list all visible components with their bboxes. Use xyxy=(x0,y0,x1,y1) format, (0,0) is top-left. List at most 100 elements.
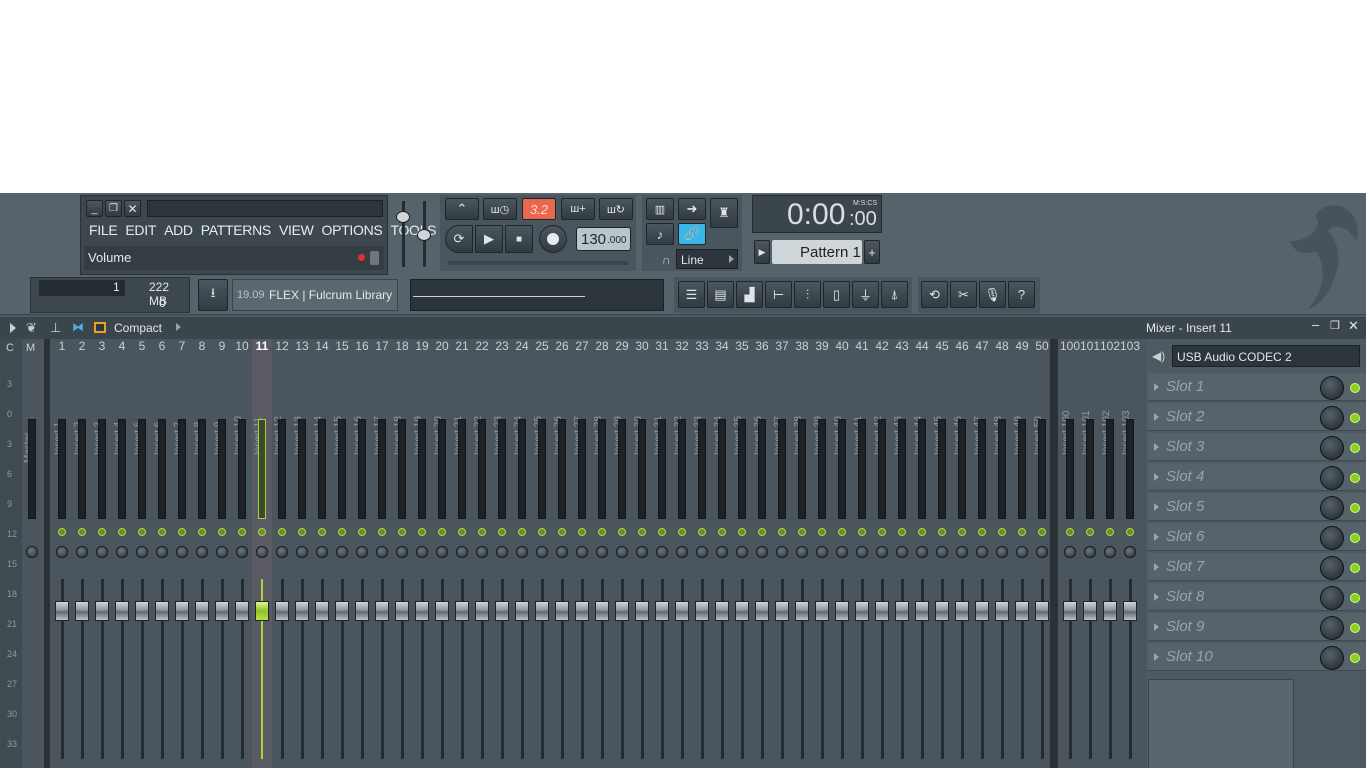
insert-pan-knob[interactable] xyxy=(216,546,228,558)
insert-strip[interactable]: 32Insert 32 xyxy=(672,339,692,768)
insert-pan-knob[interactable] xyxy=(456,546,468,558)
insert-strip[interactable]: 44Insert 44 xyxy=(912,339,932,768)
touch-controller-icon[interactable]: ⍋ xyxy=(881,281,908,308)
effect-slot[interactable]: Slot 2 xyxy=(1148,403,1366,431)
insert-pan-knob[interactable] xyxy=(1124,546,1136,558)
insert-enable-led[interactable] xyxy=(1126,528,1134,536)
insert-fader[interactable] xyxy=(175,601,189,621)
insert-enable-led[interactable] xyxy=(898,528,906,536)
insert-pan-knob[interactable] xyxy=(1084,546,1096,558)
insert-strip[interactable]: 16Insert 16 xyxy=(352,339,372,768)
insert-strip[interactable]: 25Insert 25 xyxy=(532,339,552,768)
view-arrow-icon[interactable] xyxy=(176,323,181,331)
insert-strip[interactable]: 27Insert 27 xyxy=(572,339,592,768)
insert-fader[interactable] xyxy=(695,601,709,621)
insert-fader[interactable] xyxy=(155,601,169,621)
insert-fader[interactable] xyxy=(455,601,469,621)
insert-strip[interactable]: 3Insert 3 xyxy=(92,339,112,768)
insert-pan-knob[interactable] xyxy=(96,546,108,558)
slot-enable-led[interactable] xyxy=(1350,443,1360,453)
insert-enable-led[interactable] xyxy=(418,528,426,536)
slot-expand-icon[interactable] xyxy=(1154,533,1159,541)
effect-slot[interactable]: Slot 6 xyxy=(1148,523,1366,551)
insert-fader[interactable] xyxy=(975,601,989,621)
slot-mix-knob[interactable] xyxy=(1320,616,1344,640)
insert-pan-knob[interactable] xyxy=(1036,546,1048,558)
insert-enable-led[interactable] xyxy=(558,528,566,536)
pattern-add-icon[interactable]: + xyxy=(864,240,880,264)
insert-pan-knob[interactable] xyxy=(636,546,648,558)
insert-fader[interactable] xyxy=(795,601,809,621)
stop-button[interactable]: ■ xyxy=(505,225,533,253)
insert-fader[interactable] xyxy=(55,601,69,621)
waveform-view-icon[interactable]: ⧓ xyxy=(72,320,84,334)
effect-slot[interactable]: Slot 4 xyxy=(1148,463,1366,491)
insert-strip[interactable]: 28Insert 28 xyxy=(592,339,612,768)
insert-fader[interactable] xyxy=(255,601,269,621)
insert-fader[interactable] xyxy=(875,601,889,621)
insert-strip[interactable]: 40Insert 40 xyxy=(832,339,852,768)
insert-fader[interactable] xyxy=(595,601,609,621)
insert-enable-led[interactable] xyxy=(638,528,646,536)
insert-fader[interactable] xyxy=(575,601,589,621)
insert-pan-knob[interactable] xyxy=(656,546,668,558)
song-position-bar[interactable] xyxy=(448,261,628,265)
insert-fader[interactable] xyxy=(855,601,869,621)
piano-roll-icon[interactable]: ▟ xyxy=(736,281,763,308)
insert-enable-led[interactable] xyxy=(318,528,326,536)
menu-item-4[interactable]: VIEW xyxy=(279,222,314,238)
insert-fader[interactable] xyxy=(735,601,749,621)
slot-enable-led[interactable] xyxy=(1350,653,1360,663)
insert-enable-led[interactable] xyxy=(678,528,686,536)
insert-fader[interactable] xyxy=(395,601,409,621)
insert-enable-led[interactable] xyxy=(858,528,866,536)
insert-strip[interactable]: 10Insert 10 xyxy=(232,339,252,768)
pattern-field[interactable]: Pattern 1 xyxy=(772,240,862,264)
insert-fader[interactable] xyxy=(1103,601,1117,621)
slot-mix-knob[interactable] xyxy=(1320,406,1344,430)
master-pan-knob[interactable] xyxy=(26,546,38,558)
record-button[interactable] xyxy=(539,225,567,253)
insert-enable-led[interactable] xyxy=(398,528,406,536)
insert-fader[interactable] xyxy=(615,601,629,621)
insert-enable-led[interactable] xyxy=(618,528,626,536)
insert-fader[interactable] xyxy=(715,601,729,621)
insert-strip[interactable]: 12Insert 12 xyxy=(272,339,292,768)
step-edit-button[interactable]: 3.2 xyxy=(522,198,556,220)
insert-fader[interactable] xyxy=(675,601,689,621)
insert-strip[interactable]: 13Insert 13 xyxy=(292,339,312,768)
insert-strip[interactable]: 23Insert 23 xyxy=(492,339,512,768)
insert-pan-knob[interactable] xyxy=(576,546,588,558)
slot-expand-icon[interactable] xyxy=(1154,413,1159,421)
plugin-database-icon[interactable]: ⏚ xyxy=(852,281,879,308)
insert-pan-knob[interactable] xyxy=(936,546,948,558)
insert-enable-led[interactable] xyxy=(158,528,166,536)
insert-enable-led[interactable] xyxy=(498,528,506,536)
insert-strip[interactable]: 18Insert 18 xyxy=(392,339,412,768)
play-button[interactable]: ▶ xyxy=(475,225,503,253)
insert-strip[interactable]: 26Insert 26 xyxy=(552,339,572,768)
insert-pan-knob[interactable] xyxy=(536,546,548,558)
undo-icon[interactable]: ⟲ xyxy=(921,281,948,308)
wait-input-icon[interactable]: ш◷ xyxy=(483,198,517,220)
insert-pan-knob[interactable] xyxy=(836,546,848,558)
blend-notes-icon[interactable]: ♜ xyxy=(710,198,738,228)
insert-enable-led[interactable] xyxy=(778,528,786,536)
slot-expand-icon[interactable] xyxy=(1154,653,1159,661)
insert-enable-led[interactable] xyxy=(238,528,246,536)
insert-enable-led[interactable] xyxy=(518,528,526,536)
master-volume-knob[interactable] xyxy=(396,211,410,223)
cut-icon[interactable]: ✂ xyxy=(950,281,977,308)
master-pitch-knob[interactable] xyxy=(417,229,431,241)
insert-pan-knob[interactable] xyxy=(176,546,188,558)
insert-pan-knob[interactable] xyxy=(416,546,428,558)
slot-expand-icon[interactable] xyxy=(1154,623,1159,631)
news-panel[interactable]: 19.09 FLEX | Fulcrum Library xyxy=(232,279,398,311)
insert-pan-knob[interactable] xyxy=(756,546,768,558)
mixer-view-name[interactable]: Compact xyxy=(114,321,162,335)
insert-pan-knob[interactable] xyxy=(256,546,268,558)
close-button[interactable]: ✕ xyxy=(124,200,141,217)
insert-fader[interactable] xyxy=(355,601,369,621)
insert-fader[interactable] xyxy=(555,601,569,621)
slot-mix-knob[interactable] xyxy=(1320,556,1344,580)
